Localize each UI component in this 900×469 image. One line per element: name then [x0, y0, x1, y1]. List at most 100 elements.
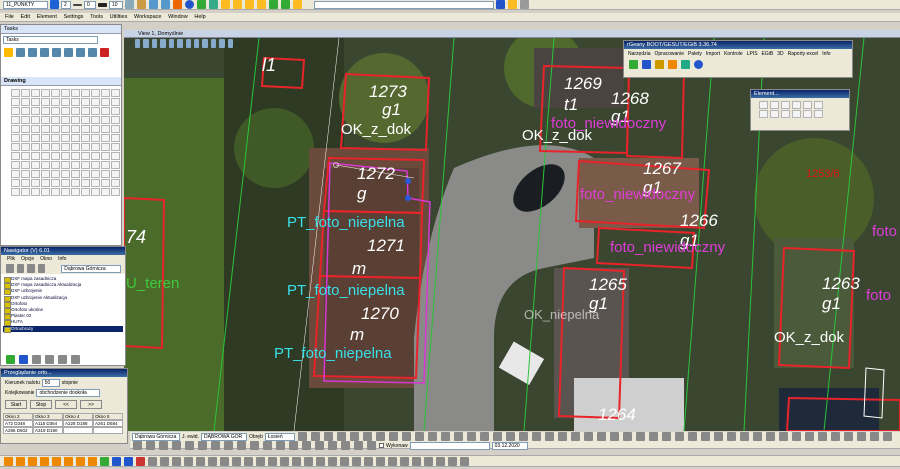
drawing-tool-icon[interactable]	[81, 179, 90, 187]
status-tool-icon[interactable]	[726, 432, 736, 441]
navigator-menu-info[interactable]: Info	[58, 256, 66, 262]
drawing-tool-icon[interactable]	[111, 143, 120, 151]
drawing-tool-icon[interactable]	[111, 125, 120, 133]
tool-icon[interactable]	[196, 456, 205, 466]
status-tool-icon[interactable]	[276, 441, 285, 450]
tool-icon[interactable]	[400, 456, 409, 466]
tool-icon[interactable]	[40, 48, 49, 57]
style-combo[interactable]: 0	[84, 0, 96, 9]
drawing-tool-icon[interactable]	[21, 170, 30, 178]
drawing-tool-icon[interactable]	[101, 89, 110, 97]
navigator-menu-opcje[interactable]: Opcje	[21, 256, 34, 262]
stop-button[interactable]: Stop	[30, 400, 52, 409]
line-weight-icon[interactable]	[98, 2, 107, 7]
egib-menu-palety[interactable]: Palety	[688, 51, 702, 57]
status-tool-icon[interactable]	[250, 441, 259, 450]
status-tool-icon[interactable]	[414, 432, 424, 441]
tool-icon[interactable]	[172, 456, 181, 466]
drawing-tool-icon[interactable]	[71, 143, 80, 151]
navigator-menu-plik[interactable]: Plik	[7, 256, 15, 262]
tool-icon[interactable]	[412, 456, 421, 466]
drawing-tool-icon[interactable]	[101, 125, 110, 133]
drawing-tool-icon[interactable]	[31, 152, 40, 160]
drawing-tool-icon[interactable]	[31, 89, 40, 97]
drawing-tool-icon[interactable]	[41, 134, 50, 142]
tool-icon[interactable]	[245, 0, 254, 9]
jewid-field[interactable]: DĄBROWA GÓR	[200, 432, 247, 441]
navigator-tool-icon[interactable]	[32, 355, 41, 364]
tool-icon[interactable]	[280, 456, 289, 466]
view-tool-icon[interactable]	[193, 39, 200, 48]
status-tool-icon[interactable]	[583, 432, 593, 441]
table-cell[interactable]	[93, 427, 123, 434]
tool-icon[interactable]	[4, 456, 13, 466]
tool-icon[interactable]	[496, 0, 505, 9]
tool-icon[interactable]	[520, 0, 529, 9]
status-tool-icon[interactable]	[172, 441, 181, 450]
drawing-tool-icon[interactable]	[61, 188, 70, 196]
drawing-tool-icon[interactable]	[101, 116, 110, 124]
tool-icon[interactable]	[376, 456, 385, 466]
status-tool-icon[interactable]	[661, 432, 671, 441]
table-cell[interactable]: A261 D584	[93, 420, 123, 427]
tool-icon[interactable]	[124, 456, 133, 466]
status-tool-icon[interactable]	[323, 432, 333, 441]
drawing-tool-icon[interactable]	[11, 170, 20, 178]
egib-tool-icon[interactable]	[668, 60, 677, 69]
navigator-tool-icon[interactable]	[27, 264, 35, 273]
tool-icon[interactable]	[293, 0, 302, 9]
tool-icon[interactable]	[160, 456, 169, 466]
drawing-tool-icon[interactable]	[81, 98, 90, 106]
drawing-tool-icon[interactable]	[71, 89, 80, 97]
drawing-tool-icon[interactable]	[41, 179, 50, 187]
drawing-tool-icon[interactable]	[41, 161, 50, 169]
drawing-tool-icon[interactable]	[31, 107, 40, 115]
view-tool-icon[interactable]	[210, 39, 217, 48]
start-button[interactable]: Start	[5, 400, 27, 409]
status-tool-icon[interactable]	[367, 441, 376, 450]
status-tool-icon[interactable]	[133, 441, 142, 450]
element-tool-icon[interactable]	[814, 110, 823, 118]
tool-icon[interactable]	[221, 0, 230, 9]
status-tool-icon[interactable]	[185, 441, 194, 450]
drawing-tool-icon[interactable]	[41, 89, 50, 97]
tool-icon[interactable]	[100, 456, 109, 466]
drawing-tool-icon[interactable]	[91, 188, 100, 196]
egib-menu-info[interactable]: Info	[822, 51, 830, 57]
status-tool-icon[interactable]	[817, 432, 827, 441]
drawing-tool-icon[interactable]	[91, 152, 100, 160]
status-tool-icon[interactable]	[869, 432, 879, 441]
drawing-tool-icon[interactable]	[71, 116, 80, 124]
delete-icon[interactable]	[100, 48, 109, 57]
drawing-tool-icon[interactable]	[31, 125, 40, 133]
drawing-tool-icon[interactable]	[91, 179, 100, 187]
drawing-tool-icon[interactable]	[71, 107, 80, 115]
tool-icon[interactable]	[64, 48, 73, 57]
tool-icon[interactable]	[76, 456, 85, 466]
queue-select[interactable]: obchodzenie dookoła	[36, 389, 101, 397]
tool-icon[interactable]	[352, 456, 361, 466]
drawing-tool-icon[interactable]	[71, 188, 80, 196]
tool-icon[interactable]	[173, 0, 182, 9]
element-tool-icon[interactable]	[759, 110, 768, 118]
status-tool-icon[interactable]	[791, 432, 801, 441]
egib-menu-3d[interactable]: 3D	[777, 51, 783, 57]
drawing-tool-icon[interactable]	[71, 152, 80, 160]
gmina-field[interactable]: Dąbrowa Górnicza	[132, 432, 180, 441]
drawing-tool-icon[interactable]	[61, 179, 70, 187]
drawing-tool-icon[interactable]	[11, 98, 20, 106]
status-tool-icon[interactable]	[778, 432, 788, 441]
previous-button[interactable]: <<	[55, 400, 77, 409]
drawing-tool-icon[interactable]	[11, 161, 20, 169]
drawing-tool-icon[interactable]	[51, 188, 60, 196]
status-tool-icon[interactable]	[211, 441, 220, 450]
drawing-tool-icon[interactable]	[71, 134, 80, 142]
status-tool-icon[interactable]	[440, 432, 450, 441]
drawing-tool-icon[interactable]	[31, 188, 40, 196]
tool-icon[interactable]	[136, 456, 145, 466]
status-tool-icon[interactable]	[427, 432, 437, 441]
status-tool-icon[interactable]	[302, 441, 311, 450]
tool-icon[interactable]	[112, 456, 121, 466]
status-tool-icon[interactable]	[687, 432, 697, 441]
view-tool-icon[interactable]	[185, 39, 191, 48]
